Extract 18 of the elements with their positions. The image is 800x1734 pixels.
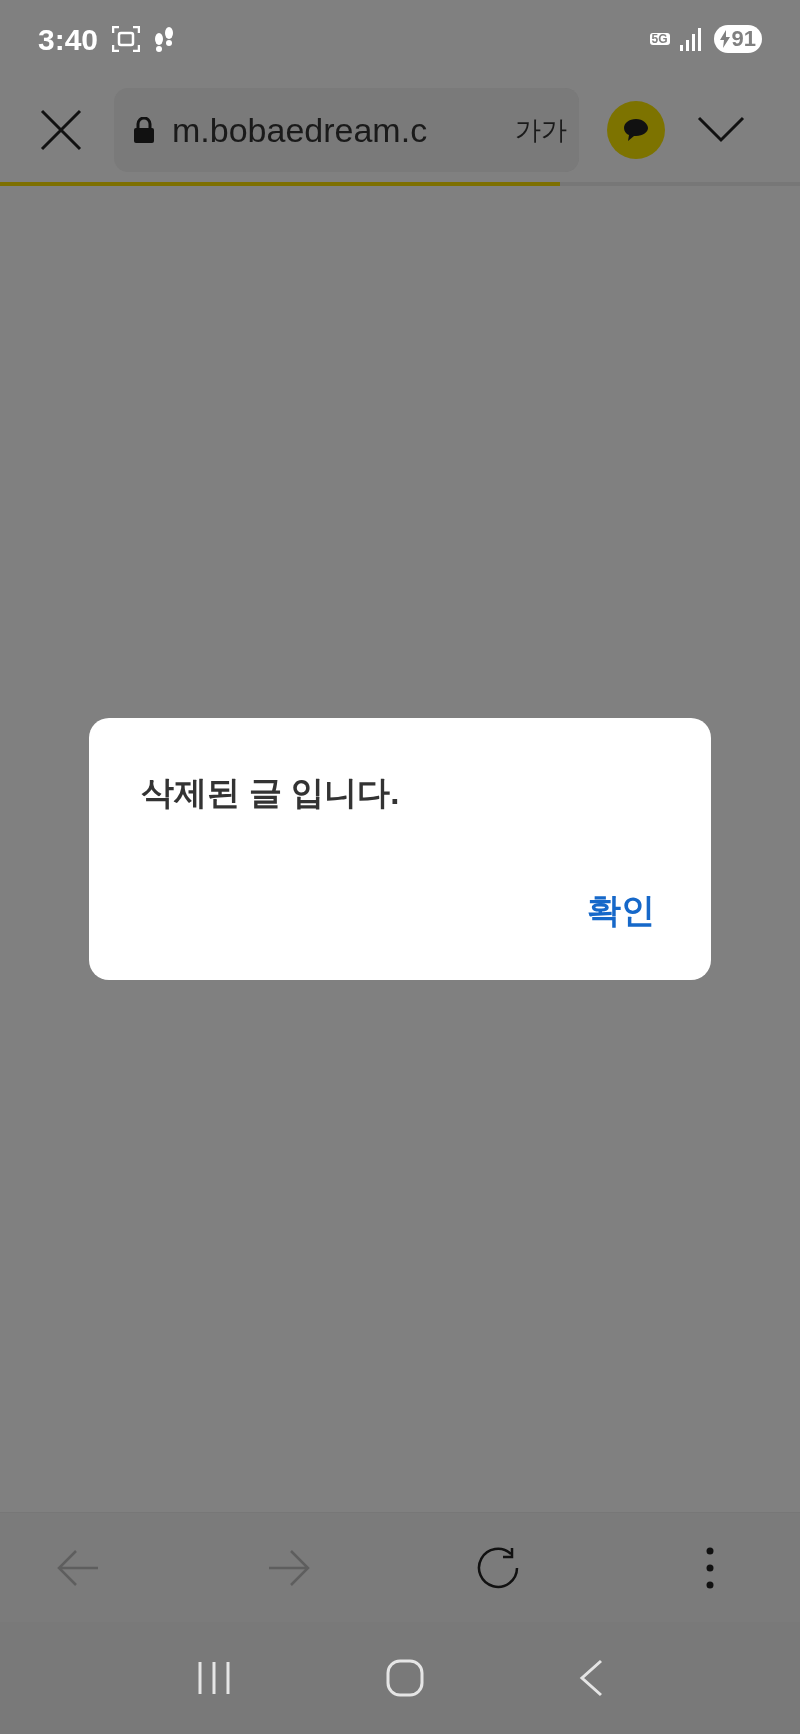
signal-icon <box>679 27 702 51</box>
chevron-down-icon[interactable] <box>697 116 745 144</box>
chat-button[interactable] <box>607 101 665 159</box>
recent-apps-icon[interactable] <box>197 1660 232 1696</box>
back-nav-icon[interactable] <box>578 1659 603 1697</box>
close-icon[interactable] <box>40 109 82 151</box>
url-text: m.bobaedream.c <box>172 109 428 151</box>
screenshot-icon <box>112 26 141 52</box>
battery-indicator: 91 <box>713 25 762 53</box>
dialog-message: 삭제된 글 입니다. <box>141 773 401 813</box>
status-time: 3:40 <box>38 21 99 58</box>
network-indicator: 5G <box>649 33 670 45</box>
confirm-button[interactable]: 확인 <box>583 885 659 936</box>
more-icon[interactable] <box>704 1546 715 1589</box>
lock-icon <box>134 117 154 143</box>
address-bar[interactable]: m.bobaedream.c 가가 <box>114 88 579 172</box>
chat-bubble-icon <box>623 118 649 142</box>
home-icon[interactable] <box>386 1659 424 1697</box>
